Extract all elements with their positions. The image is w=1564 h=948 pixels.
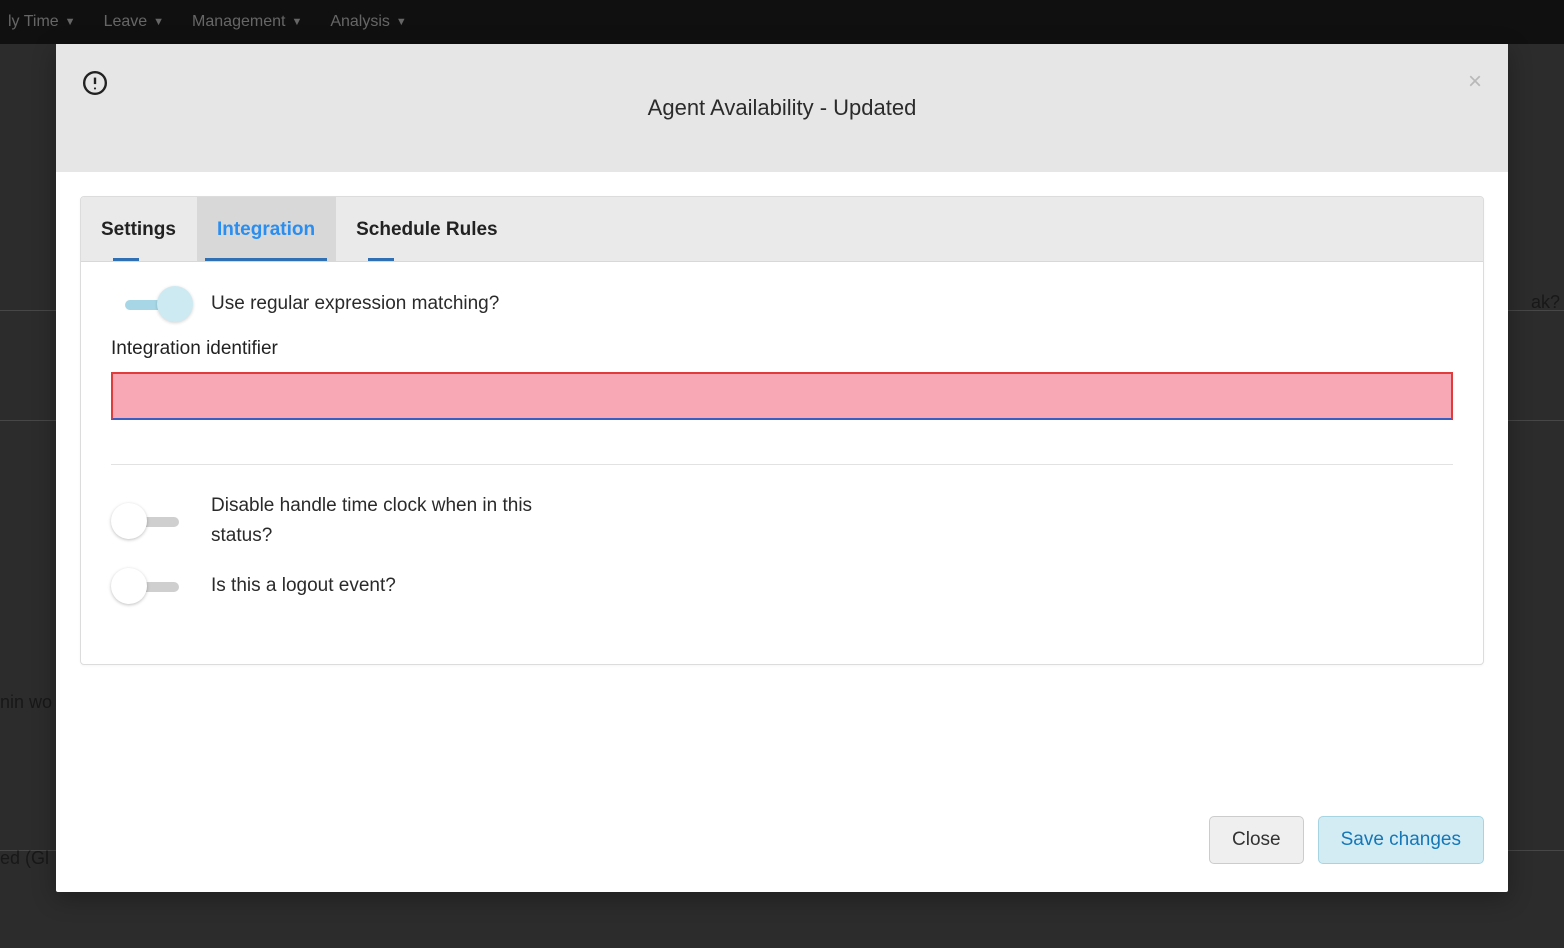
alert-icon <box>82 70 108 101</box>
tabs: Settings Integration Schedule Rules <box>81 197 1483 262</box>
toggle-knob <box>111 568 147 604</box>
modal-agent-availability: Agent Availability - Updated × Settings … <box>56 44 1508 892</box>
save-changes-button[interactable]: Save changes <box>1318 816 1484 864</box>
close-icon[interactable]: × <box>1468 70 1482 94</box>
regex-toggle[interactable] <box>111 286 193 322</box>
toggle-knob <box>111 503 147 539</box>
modal-header: Agent Availability - Updated × <box>56 44 1508 172</box>
tab-integration[interactable]: Integration <box>197 197 336 261</box>
tab-schedule-rules[interactable]: Schedule Rules <box>336 197 519 261</box>
disable-clock-toggle[interactable] <box>111 503 193 539</box>
tab-underline <box>368 258 394 261</box>
tab-underline <box>205 258 327 261</box>
modal-footer: Close Save changes <box>56 792 1508 892</box>
integration-identifier-input[interactable] <box>111 372 1453 420</box>
row-regex-toggle: Use regular expression matching? <box>111 286 1453 322</box>
tab-underline <box>113 258 139 261</box>
close-button[interactable]: Close <box>1209 816 1304 864</box>
tab-label: Integration <box>217 219 315 240</box>
row-logout-event: Is this a logout event? <box>111 568 1453 604</box>
logout-event-toggle[interactable] <box>111 568 193 604</box>
tab-label: Settings <box>101 219 176 240</box>
tab-label: Schedule Rules <box>356 219 498 240</box>
modal-title: Agent Availability - Updated <box>648 95 917 121</box>
tab-content-integration: Use regular expression matching? Integra… <box>81 262 1483 664</box>
modal-body: Settings Integration Schedule Rules <box>56 172 1508 792</box>
logout-event-label: Is this a logout event? <box>211 575 396 597</box>
settings-panel: Settings Integration Schedule Rules <box>80 196 1484 665</box>
divider <box>111 464 1453 465</box>
tab-settings[interactable]: Settings <box>81 197 197 261</box>
disable-clock-label: Disable handle time clock when in this s… <box>211 491 591 552</box>
row-disable-clock: Disable handle time clock when in this s… <box>111 491 1453 552</box>
regex-toggle-label: Use regular expression matching? <box>211 293 499 315</box>
identifier-label: Integration identifier <box>111 338 1453 360</box>
toggle-knob <box>157 286 193 322</box>
